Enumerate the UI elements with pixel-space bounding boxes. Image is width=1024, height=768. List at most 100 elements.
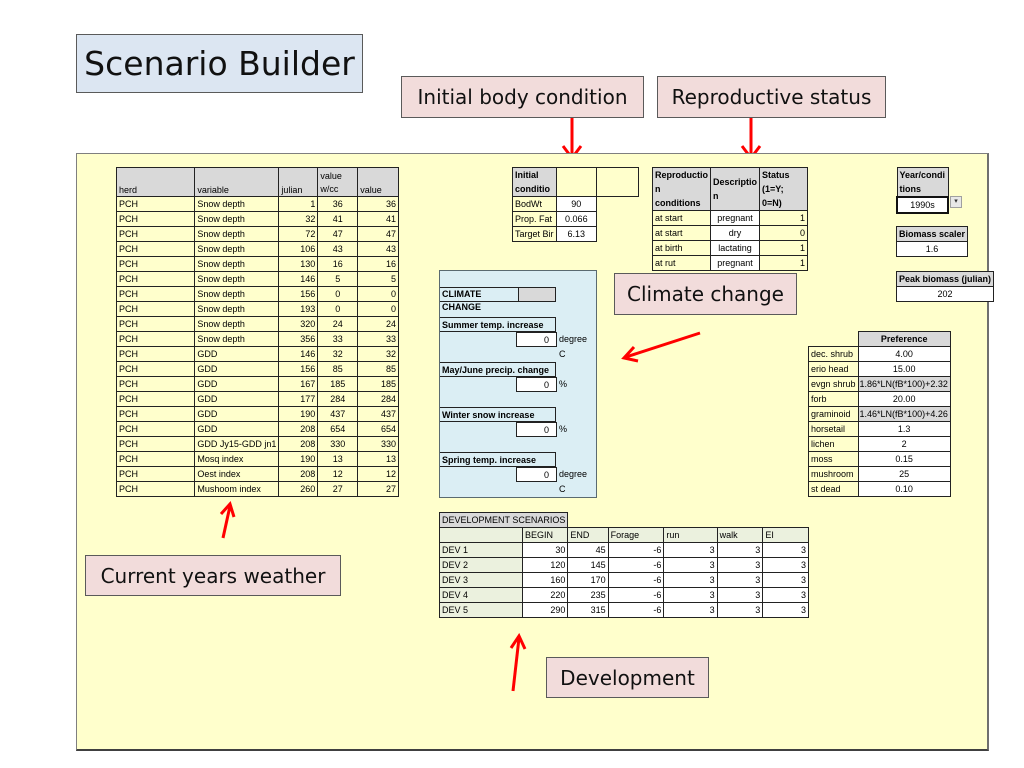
initial-condition-value[interactable]: 90 xyxy=(555,196,598,212)
cell-julian[interactable]: 156 xyxy=(278,361,319,377)
cell-julian[interactable]: 208 xyxy=(278,466,319,482)
cell-value-wcc[interactable]: 284 xyxy=(317,391,359,407)
development-cell[interactable]: 120 xyxy=(521,557,569,573)
development-cell[interactable]: 3 xyxy=(762,572,809,588)
cell-herd[interactable]: PCH xyxy=(115,436,196,452)
cell-value[interactable]: 284 xyxy=(357,391,399,407)
preference-value[interactable]: 1.46*LN(fB*100)+4.26 xyxy=(857,406,951,422)
development-cell[interactable]: -6 xyxy=(607,572,665,588)
cell-value[interactable]: 0 xyxy=(357,286,399,302)
cell-julian[interactable]: 167 xyxy=(278,376,319,392)
cell-value[interactable]: 12 xyxy=(357,466,399,482)
cell-variable[interactable]: Snow depth xyxy=(194,226,280,242)
cell-value-wcc[interactable]: 12 xyxy=(317,466,359,482)
cell-herd[interactable]: PCH xyxy=(115,421,196,437)
cell-herd[interactable]: PCH xyxy=(115,241,196,257)
cell-value-wcc[interactable]: 33 xyxy=(317,331,359,347)
cell-variable[interactable]: Mushoom index xyxy=(194,481,280,497)
cell-variable[interactable]: Mosq index xyxy=(194,451,280,467)
preference-value[interactable]: 0.15 xyxy=(857,451,951,467)
cell-value-wcc[interactable]: 5 xyxy=(317,271,359,287)
development-cell[interactable]: 170 xyxy=(567,572,609,588)
climate-field-input[interactable]: 0 xyxy=(516,377,557,392)
cell-herd[interactable]: PCH xyxy=(115,256,196,272)
preference-value[interactable]: 1.86*LN(fB*100)+2.32 xyxy=(857,376,951,392)
repro-description[interactable]: lactating xyxy=(709,240,761,256)
cell-julian[interactable]: 193 xyxy=(278,301,319,317)
cell-value-wcc[interactable]: 43 xyxy=(317,241,359,257)
cell-variable[interactable]: Snow depth xyxy=(194,256,280,272)
cell-value[interactable]: 330 xyxy=(357,436,399,452)
development-cell[interactable]: 160 xyxy=(521,572,569,588)
cell-variable[interactable]: Snow depth xyxy=(194,271,280,287)
development-cell[interactable]: 3 xyxy=(716,557,764,573)
preference-value[interactable]: 4.00 xyxy=(857,346,951,362)
cell-variable[interactable]: GDD xyxy=(194,406,280,422)
development-cell[interactable]: 3 xyxy=(716,587,764,603)
cell-herd[interactable]: PCH xyxy=(115,466,196,482)
repro-status[interactable]: 0 xyxy=(759,225,808,241)
cell-julian[interactable]: 208 xyxy=(278,421,319,437)
preference-value[interactable]: 15.00 xyxy=(857,361,951,377)
cell-julian[interactable]: 177 xyxy=(278,391,319,407)
cell-julian[interactable]: 260 xyxy=(278,481,319,497)
repro-status[interactable]: 1 xyxy=(759,255,808,271)
cell-julian[interactable]: 190 xyxy=(278,451,319,467)
cell-value[interactable]: 43 xyxy=(357,241,399,257)
cell-herd[interactable]: PCH xyxy=(115,316,196,332)
cell-value[interactable]: 36 xyxy=(357,196,399,212)
climate-field-input[interactable]: 0 xyxy=(516,467,557,482)
development-cell[interactable]: 290 xyxy=(521,602,569,618)
cell-value-wcc[interactable]: 24 xyxy=(317,316,359,332)
cell-julian[interactable]: 72 xyxy=(278,226,319,242)
cell-julian[interactable]: 190 xyxy=(278,406,319,422)
cell-value[interactable]: 27 xyxy=(357,481,399,497)
cell-value-wcc[interactable]: 27 xyxy=(317,481,359,497)
initial-condition-value[interactable]: 6.13 xyxy=(555,226,598,242)
cell-value-wcc[interactable]: 0 xyxy=(317,301,359,317)
development-cell[interactable]: 3 xyxy=(716,572,764,588)
cell-herd[interactable]: PCH xyxy=(115,271,196,287)
development-cell[interactable]: 3 xyxy=(663,572,718,588)
cell-julian[interactable]: 32 xyxy=(278,211,319,227)
cell-julian[interactable]: 208 xyxy=(278,436,319,452)
cell-julian[interactable]: 146 xyxy=(278,346,319,362)
climate-field-input[interactable]: 0 xyxy=(516,332,557,347)
cell-value-wcc[interactable]: 85 xyxy=(317,361,359,377)
cell-value[interactable]: 24 xyxy=(357,316,399,332)
cell-variable[interactable]: Snow depth xyxy=(194,196,280,212)
repro-description[interactable]: pregnant xyxy=(709,210,761,226)
development-cell[interactable]: 145 xyxy=(567,557,609,573)
development-cell[interactable]: 3 xyxy=(663,542,718,558)
cell-variable[interactable]: GDD xyxy=(194,421,280,437)
cell-variable[interactable]: GDD Jy15-GDD jn1 xyxy=(194,436,280,452)
cell-value[interactable]: 85 xyxy=(357,361,399,377)
cell-value[interactable]: 32 xyxy=(357,346,399,362)
cell-value-wcc[interactable]: 32 xyxy=(317,346,359,362)
cell-value-wcc[interactable]: 0 xyxy=(317,286,359,302)
repro-status[interactable]: 1 xyxy=(759,210,808,226)
cell-herd[interactable]: PCH xyxy=(115,286,196,302)
cell-variable[interactable]: Snow depth xyxy=(194,316,280,332)
development-cell[interactable]: 3 xyxy=(716,542,764,558)
development-cell[interactable]: 3 xyxy=(762,587,809,603)
cell-herd[interactable]: PCH xyxy=(115,196,196,212)
cell-value-wcc[interactable]: 185 xyxy=(317,376,359,392)
cell-value-wcc[interactable]: 330 xyxy=(317,436,359,452)
cell-variable[interactable]: Snow depth xyxy=(194,301,280,317)
development-cell[interactable]: 45 xyxy=(567,542,609,558)
cell-herd[interactable]: PCH xyxy=(115,481,196,497)
climate-field-input[interactable]: 0 xyxy=(516,422,557,437)
development-cell[interactable]: -6 xyxy=(607,602,665,618)
cell-julian[interactable]: 356 xyxy=(278,331,319,347)
cell-variable[interactable]: Snow depth xyxy=(194,211,280,227)
cell-value-wcc[interactable]: 41 xyxy=(317,211,359,227)
peak-biomass-value[interactable]: 202 xyxy=(895,286,995,302)
preference-value[interactable]: 0.10 xyxy=(857,481,951,497)
cell-value-wcc[interactable]: 47 xyxy=(317,226,359,242)
cell-value-wcc[interactable]: 13 xyxy=(317,451,359,467)
cell-variable[interactable]: GDD xyxy=(194,376,280,392)
cell-herd[interactable]: PCH xyxy=(115,226,196,242)
cell-herd[interactable]: PCH xyxy=(115,331,196,347)
development-cell[interactable]: -6 xyxy=(607,542,665,558)
